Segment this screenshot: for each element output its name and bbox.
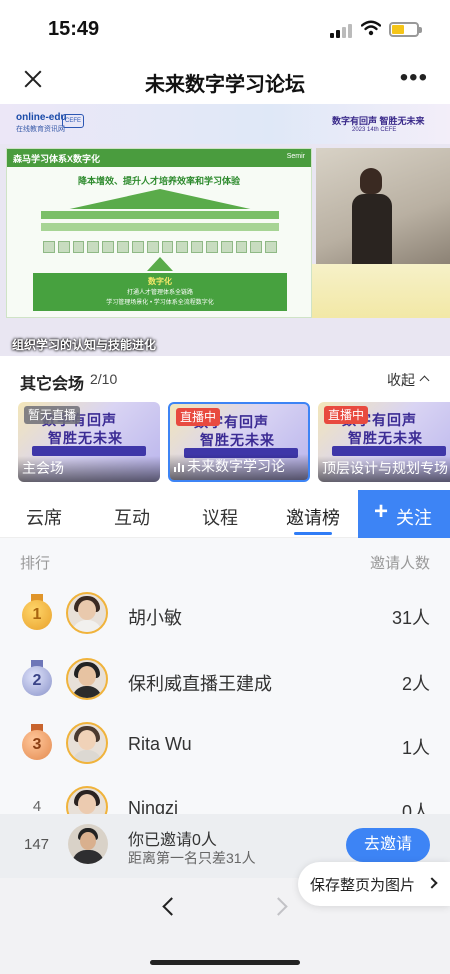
invite-count: 2人 bbox=[401, 674, 430, 694]
venue-art-subtitle: 智胜无未来 bbox=[48, 430, 123, 446]
cefe-logo: CEFE bbox=[62, 114, 84, 128]
tab-agenda[interactable]: 议程 bbox=[202, 504, 238, 530]
active-tab-indicator bbox=[294, 532, 332, 535]
rank-number: 4 bbox=[32, 798, 42, 814]
avatar bbox=[66, 592, 108, 634]
video-banner: online-edu 在线教育资讯网 CEFE 数字有回声 智胜无未来 2023… bbox=[0, 104, 450, 144]
video-caption: 组织学习的认知与技能进化 bbox=[12, 338, 157, 352]
ranking-row: 2 保利威直播王建成 2人 bbox=[0, 648, 450, 712]
ranking-row: 1 胡小敏 31人 bbox=[0, 582, 450, 646]
bronze-medal-icon: 3 bbox=[22, 724, 52, 762]
venue-name: 顶层设计与规划专场 bbox=[322, 460, 448, 476]
rank-column-header: 排行 bbox=[20, 555, 51, 572]
my-rank-number: 147 bbox=[24, 836, 50, 853]
logo-subtitle: 在线教育资讯网 bbox=[16, 126, 65, 133]
save-page-as-image-button[interactable]: 保存整页为图片 bbox=[298, 862, 450, 906]
follow-label: 关注 bbox=[396, 508, 432, 528]
venue-art-subtitle: 智胜无未来 bbox=[348, 430, 423, 446]
user-name: 胡小敏 bbox=[128, 608, 182, 628]
my-invite-title: 你已邀请0人 bbox=[128, 832, 217, 849]
slide-arrow bbox=[147, 257, 173, 271]
page-title: 未来数字学习论坛 bbox=[145, 74, 305, 96]
slide-header: 森马学习体系X数字化 bbox=[13, 154, 101, 164]
ranking-row: 3 Rita Wu 1人 bbox=[0, 712, 450, 776]
tab-interaction[interactable]: 互动 bbox=[114, 504, 150, 530]
venues-count: 2/10 bbox=[90, 371, 118, 387]
gold-medal-icon: 1 bbox=[22, 594, 52, 632]
collapse-label: 收起 bbox=[387, 372, 415, 388]
venue-name: 未来数字学习论 bbox=[187, 458, 285, 474]
other-venues-header: 其它会场 2/10 收起 bbox=[0, 356, 450, 400]
slide-box-line: 打通人才管理体系全链路 bbox=[126, 290, 193, 296]
save-page-label: 保存整页为图片 bbox=[310, 877, 416, 894]
slide-box-title: 数字化 bbox=[148, 277, 172, 286]
back-arrow-icon[interactable] bbox=[160, 896, 181, 918]
cellular-signal-icon bbox=[330, 24, 352, 38]
venues-strip[interactable]: 数字有回声 智胜无未来 暂无直播 主会场 数字有回声 智胜无未来 直播中 未来数… bbox=[0, 402, 450, 482]
slide-digital-box: 数字化 打通人才管理体系全链路 学习管理场景化 • 学习体系全流程数字化 bbox=[33, 273, 287, 311]
my-avatar bbox=[68, 824, 108, 864]
venue-card-current[interactable]: 数字有回声 智胜无未来 直播中 未来数字学习论 bbox=[168, 402, 310, 482]
status-time: 15:49 bbox=[48, 18, 100, 40]
slide-pillars bbox=[43, 241, 277, 253]
status-badge: 暂无直播 bbox=[24, 406, 81, 424]
live-badge: 直播中 bbox=[324, 406, 369, 424]
online-edu-logo: online-edu bbox=[16, 112, 67, 123]
nav-bar: 未来数字学习论坛 ••• bbox=[0, 58, 450, 104]
collapse-button[interactable]: 收起 bbox=[387, 370, 430, 390]
wifi-icon bbox=[360, 20, 382, 36]
more-options-icon[interactable]: ••• bbox=[400, 66, 428, 90]
venue-card-design[interactable]: 数字有回声 智胜无未来 直播中 顶层设计与规划专场 bbox=[318, 402, 450, 482]
user-name: 保利威直播王建成 bbox=[128, 674, 272, 694]
status-bar: 15:49 bbox=[0, 0, 450, 58]
other-venues-title: 其它会场 bbox=[20, 376, 85, 393]
ranking-row: 4 Ningzi 0人 bbox=[0, 776, 450, 814]
banner-title: 数字有回声 智胜无未来 bbox=[332, 116, 425, 126]
invite-count: 31人 bbox=[391, 608, 430, 628]
ranking-header: 排行 邀请人数 bbox=[0, 538, 450, 582]
speaker-camera bbox=[316, 148, 450, 264]
avatar bbox=[66, 722, 108, 764]
live-badge: 直播中 bbox=[176, 408, 221, 426]
rank-number: 2 bbox=[32, 672, 42, 689]
chevron-right-icon bbox=[426, 877, 438, 889]
tab-bar: 云席 互动 议程 邀请榜 + 关注 bbox=[0, 490, 450, 538]
user-name: Rita Wu bbox=[128, 734, 192, 754]
user-name: Ningzi bbox=[128, 798, 179, 814]
invites-column-header: 邀请人数 bbox=[369, 555, 430, 572]
invite-count: 1人 bbox=[401, 738, 430, 758]
avatar bbox=[66, 786, 108, 814]
banner-subtitle: 2023 14th CEFE bbox=[352, 127, 397, 133]
venue-art-subtitle: 智胜无未来 bbox=[200, 432, 275, 448]
home-indicator bbox=[150, 960, 300, 965]
stage-background bbox=[312, 264, 450, 318]
venue-name: 主会场 bbox=[22, 460, 64, 476]
slide-title: 降本增效、提升人才培养效率和学习体验 bbox=[77, 176, 240, 186]
presentation-slide: 森马学习体系X数字化 Semir 降本增效、提升人才培养效率和学习体验 数字化 … bbox=[6, 148, 312, 318]
forward-arrow-icon[interactable] bbox=[269, 896, 290, 918]
slide-roof-graphic bbox=[69, 189, 251, 209]
tab-invite-ranking[interactable]: 邀请榜 bbox=[286, 504, 340, 530]
slide-brand: Semir bbox=[286, 153, 305, 160]
video-player[interactable]: online-edu 在线教育资讯网 CEFE 数字有回声 智胜无未来 2023… bbox=[0, 104, 450, 356]
venue-card-main[interactable]: 数字有回声 智胜无未来 暂无直播 主会场 bbox=[18, 402, 160, 482]
plus-icon: + bbox=[374, 498, 389, 525]
slide-box-line: 学习管理场景化 • 学习体系全流程数字化 bbox=[106, 300, 214, 306]
follow-button[interactable]: + 关注 bbox=[358, 490, 450, 538]
battery-icon bbox=[389, 22, 422, 37]
go-invite-button[interactable]: 去邀请 bbox=[346, 828, 430, 862]
slide-row bbox=[41, 223, 279, 231]
live-bars-icon bbox=[174, 462, 184, 472]
invite-count: 0人 bbox=[401, 802, 430, 814]
silver-medal-icon: 2 bbox=[22, 660, 52, 698]
rank-number: 1 bbox=[32, 606, 42, 623]
chevron-up-icon bbox=[419, 375, 430, 386]
avatar bbox=[66, 658, 108, 700]
tab-seats[interactable]: 云席 bbox=[26, 504, 62, 530]
rank-number: 3 bbox=[32, 736, 42, 753]
my-invite-subtitle: 距离第一名只差31人 bbox=[128, 850, 256, 866]
slide-row bbox=[41, 211, 279, 219]
ranking-list[interactable]: 1 胡小敏 31人 2 保利威直播王建成 2人 3 Rita Wu 1人 4 N… bbox=[0, 582, 450, 814]
